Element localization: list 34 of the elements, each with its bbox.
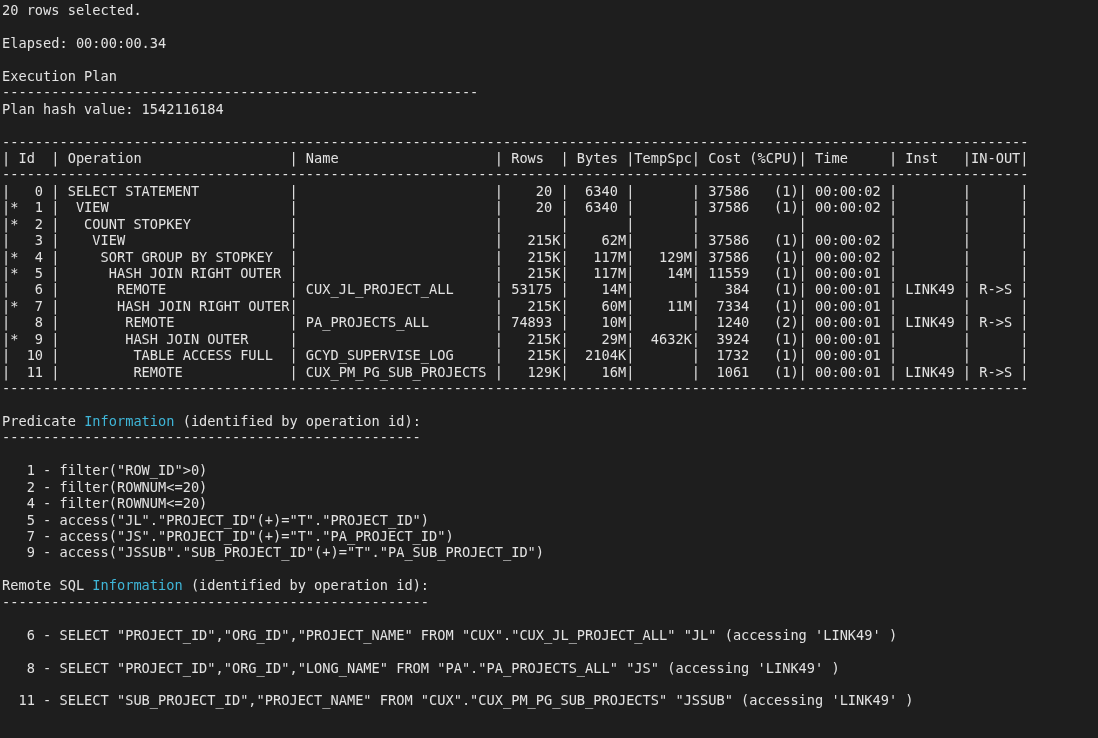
output-line: 7 - access("JS"."PROJECT_ID"(+)="T"."PA_PROJECT_ID") xyxy=(25,528,454,545)
output-line: 4 - filter(ROWNUM<=20) xyxy=(25,495,208,512)
plan-table-header: | Id | Operation | Name | Rows | Bytes |TempSpc| Cost (%CPU)| Time | Inst |IN-OUT| xyxy=(2,149,1029,167)
plan-table-row: | 8 | REMOTE | PA_PROJECTS_ALL | 74893 | 10M| | 1240 (2)| 00:00:01 | LINK49 | R->S | xyxy=(2,314,1029,331)
dashed-line: ----------------------------------------------------------------------------------------------------------------------------- xyxy=(2,166,1029,183)
output-line: Elapsed: 00:00:00.34 xyxy=(2,34,167,52)
section-heading: Predicate Information (identified by operation id): xyxy=(2,412,421,430)
plan-table-row: |* 1 | VIEW | | 20 | 6340 | | 37586 (1)| 00:00:02 | | | xyxy=(2,199,1029,216)
dashed-line: --------------------------------------------------- xyxy=(2,429,421,446)
output-line: 20 rows selected. xyxy=(2,2,142,19)
output-line: 1 - filter("ROW_ID">0) xyxy=(25,462,208,479)
plan-table-row: | 3 | VIEW | | 215K| 62M| | 37586 (1)| 00:00:02 | | | xyxy=(2,232,1029,249)
output-line: Execution Plan xyxy=(2,67,117,85)
dashed-line: ---------------------------------------------------- xyxy=(2,593,430,611)
output-line: 5 - access("JL"."PROJECT_ID"(+)="T"."PROJECT_ID") xyxy=(25,511,430,528)
plan-table-row: |* 4 | SORT GROUP BY STOPKEY | | 215K| 117M| 129M| 37586 (1)| 00:00:02 | | | xyxy=(2,248,1029,265)
output-line: Plan hash value: 1542116184 xyxy=(2,100,224,118)
output-line: 6 - SELECT "PROJECT_ID","ORG_ID","PROJECT_NAME" FROM "CUX"."CUX_JL_PROJECT_ALL" "JL" (accessing 'LINK49' ) xyxy=(25,626,898,644)
plan-table-row: |* 9 | HASH JOIN OUTER | | 215K| 29M| 4632K| 3924 (1)| 00:00:01 | | | xyxy=(2,330,1029,348)
plan-table-row: |* 7 | HASH JOIN RIGHT OUTER| | 215K| 60M| 11M| 7334 (1)| 00:00:01 | | | xyxy=(2,297,1029,315)
dashed-line: ----------------------------------------------------------------------------------------------------------------------------- xyxy=(2,380,1029,397)
output-line: 11 - SELECT "SUB_PROJECT_ID","PROJECT_NAME" FROM "CUX"."CUX_PM_PG_SUB_PROJECTS" "JSSUB" (accessing 'LINK49' ) xyxy=(17,692,914,709)
plan-table-row: | 0 | SELECT STATEMENT | | 20 | 6340 | | 37586 (1)| 00:00:02 | | | xyxy=(2,182,1029,200)
output-line: 8 - SELECT "PROJECT_ID","ORG_ID","LONG_NAME" FROM "PA"."PA_PROJECTS_ALL" "JS" (accessing 'LINK49' ) xyxy=(25,659,840,676)
plan-table-row: |* 5 | HASH JOIN RIGHT OUTER | | 215K| 117M| 14M| 11559 (1)| 00:00:01 | | | xyxy=(2,265,1029,282)
plan-table-row: | 6 | REMOTE | CUX_JL_PROJECT_ALL | 53175 | 14M| | 384 (1)| 00:00:01 | LINK49 | R->S | xyxy=(2,281,1029,298)
plan-table-row: |* 2 | COUNT STOPKEY | | | | | | | | | xyxy=(2,215,1029,233)
plan-table-row: | 10 | TABLE ACCESS FULL | GCYD_SUPERVISE_LOG | 215K| 2104K| | 1732 (1)| 00:00:01 | | | xyxy=(2,347,1029,364)
plan-table-row: | 11 | REMOTE | CUX_PM_PG_SUB_PROJECTS | 129K| 16M| | 1061 (1)| 00:00:01 | LINK49 | R->S | xyxy=(2,363,1029,381)
output-line: 2 - filter(ROWNUM<=20) xyxy=(25,478,208,496)
dashed-line: ----------------------------------------------------------------------------------------------------------------------------- xyxy=(2,133,1029,150)
output-line: 9 - access("JSSUB"."SUB_PROJECT_ID"(+)="T"."PA_SUB_PROJECT_ID") xyxy=(25,544,544,561)
dashed-line: ---------------------------------------------------------- xyxy=(2,84,479,101)
section-heading: Remote SQL Information (identified by operation id): xyxy=(2,577,430,594)
